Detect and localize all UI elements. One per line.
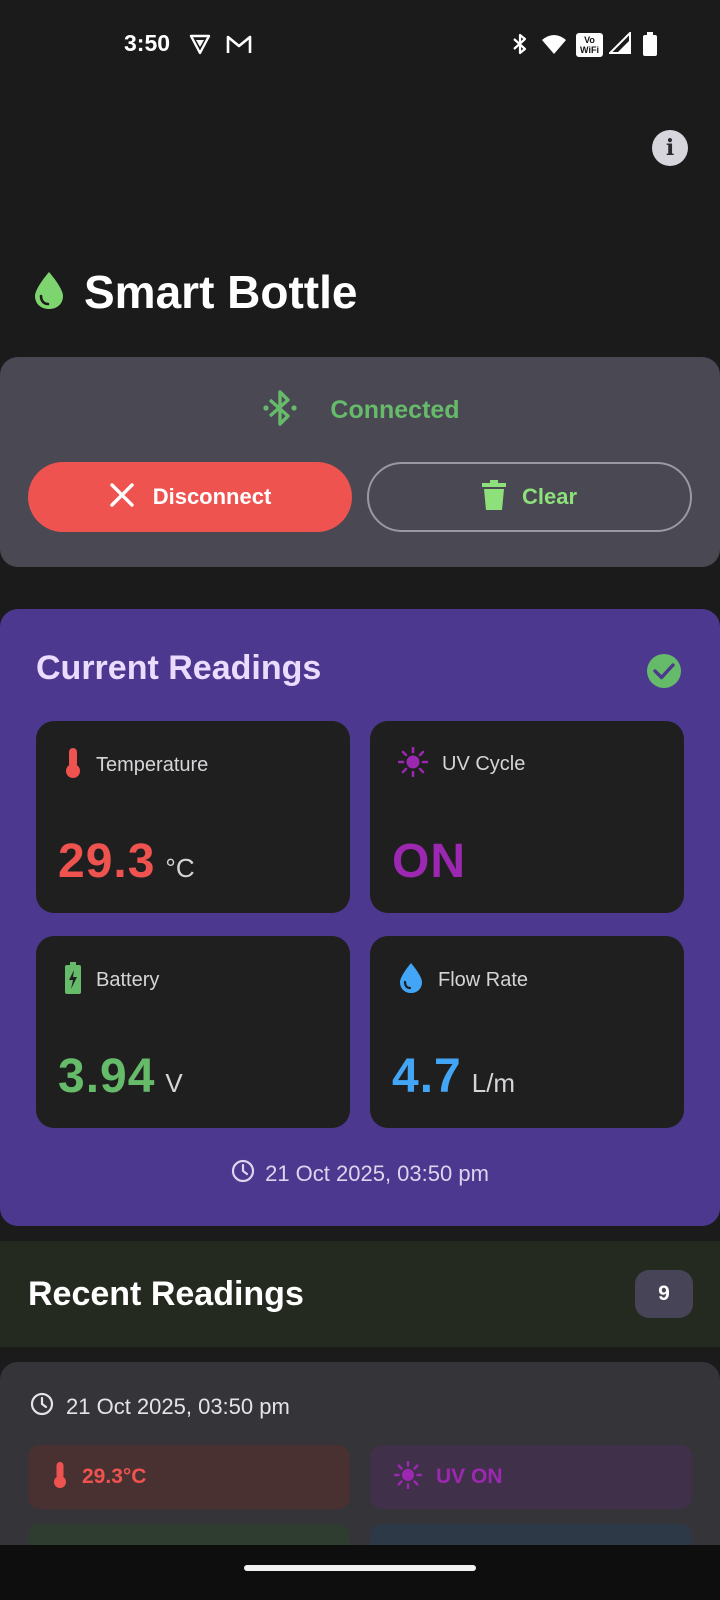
current-readings-title: Current Readings bbox=[36, 649, 322, 687]
disconnect-label: Disconnect bbox=[152, 484, 272, 509]
trash-icon bbox=[481, 479, 506, 515]
sun-icon bbox=[393, 1460, 423, 1494]
history-timestamp: 21 Oct 2025, 03:50 pm bbox=[30, 1392, 290, 1421]
history-timestamp-text: 21 Oct 2025, 03:50 pm bbox=[66, 1393, 290, 1419]
history-temperature-chip: 29.3°C bbox=[28, 1445, 350, 1509]
current-timestamp-text: 21 Oct 2025, 03:50 pm bbox=[265, 1160, 489, 1186]
water-drop-icon bbox=[32, 270, 66, 315]
temperature-value: 29.3 bbox=[58, 835, 156, 888]
recent-count-badge: 9 bbox=[635, 1270, 693, 1318]
wifi-icon bbox=[541, 32, 567, 61]
history-uv-chip: UV ON bbox=[370, 1445, 692, 1509]
clock-icon bbox=[231, 1159, 255, 1188]
temperature-unit: °C bbox=[165, 853, 195, 883]
uv-cycle-label: UV Cycle bbox=[442, 753, 526, 775]
vowifi-icon: Vo WiFi bbox=[576, 33, 603, 57]
connection-card: Connected Disconnect Clear bbox=[0, 357, 720, 567]
app-header: Smart Bottle bbox=[32, 262, 357, 322]
disconnect-button[interactable]: Disconnect bbox=[28, 462, 352, 532]
sun-icon bbox=[397, 746, 429, 782]
check-circle-icon bbox=[646, 653, 682, 694]
recent-readings-header: Recent Readings 9 bbox=[0, 1241, 720, 1347]
status-bar: 3:50 Vo WiFi bbox=[0, 0, 720, 92]
home-gesture-handle[interactable] bbox=[244, 1565, 476, 1571]
thermometer-icon bbox=[52, 1461, 68, 1494]
current-readings-card: Current Readings Temperature 29.3 °C UV … bbox=[0, 609, 720, 1226]
vpn-icon bbox=[188, 32, 212, 61]
battery-unit: V bbox=[165, 1068, 183, 1098]
clock-icon bbox=[30, 1392, 54, 1421]
uv-cycle-value: ON bbox=[392, 835, 466, 888]
app-title: Smart Bottle bbox=[84, 266, 358, 318]
navigation-bar bbox=[0, 1545, 720, 1600]
recent-readings-title: Recent Readings bbox=[28, 1275, 304, 1313]
battery-charging-icon bbox=[64, 962, 82, 999]
battery-tile: Battery 3.94 V bbox=[36, 936, 350, 1128]
bluetooth-searching-icon bbox=[260, 387, 300, 434]
flow-rate-value: 4.7 bbox=[392, 1050, 462, 1103]
uv-cycle-tile: UV Cycle ON bbox=[370, 721, 684, 913]
status-time: 3:50 bbox=[124, 30, 171, 56]
battery-label: Battery bbox=[96, 969, 160, 991]
flow-rate-tile: Flow Rate 4.7 L/m bbox=[370, 936, 684, 1128]
temperature-tile: Temperature 29.3 °C bbox=[36, 721, 350, 913]
history-uv-value: UV ON bbox=[436, 1465, 503, 1488]
battery-value: 3.94 bbox=[58, 1050, 156, 1103]
battery-icon bbox=[643, 32, 657, 61]
connection-status-label: Connected bbox=[330, 396, 460, 424]
temperature-label: Temperature bbox=[96, 754, 209, 776]
thermometer-icon bbox=[64, 747, 82, 784]
clear-label: Clear bbox=[521, 484, 578, 509]
bluetooth-icon bbox=[510, 32, 530, 61]
connection-status: Connected bbox=[0, 387, 720, 434]
flow-rate-label: Flow Rate bbox=[438, 969, 529, 991]
info-button[interactable]: i bbox=[652, 130, 688, 166]
water-drop-icon bbox=[398, 962, 424, 999]
signal-icon bbox=[607, 30, 631, 59]
clear-button[interactable]: Clear bbox=[367, 462, 692, 532]
flow-rate-unit: L/m bbox=[471, 1068, 516, 1098]
close-icon bbox=[109, 482, 135, 513]
current-timestamp: 21 Oct 2025, 03:50 pm bbox=[0, 1159, 720, 1188]
history-temperature-value: 29.3°C bbox=[82, 1465, 147, 1488]
gmail-icon bbox=[226, 32, 252, 61]
